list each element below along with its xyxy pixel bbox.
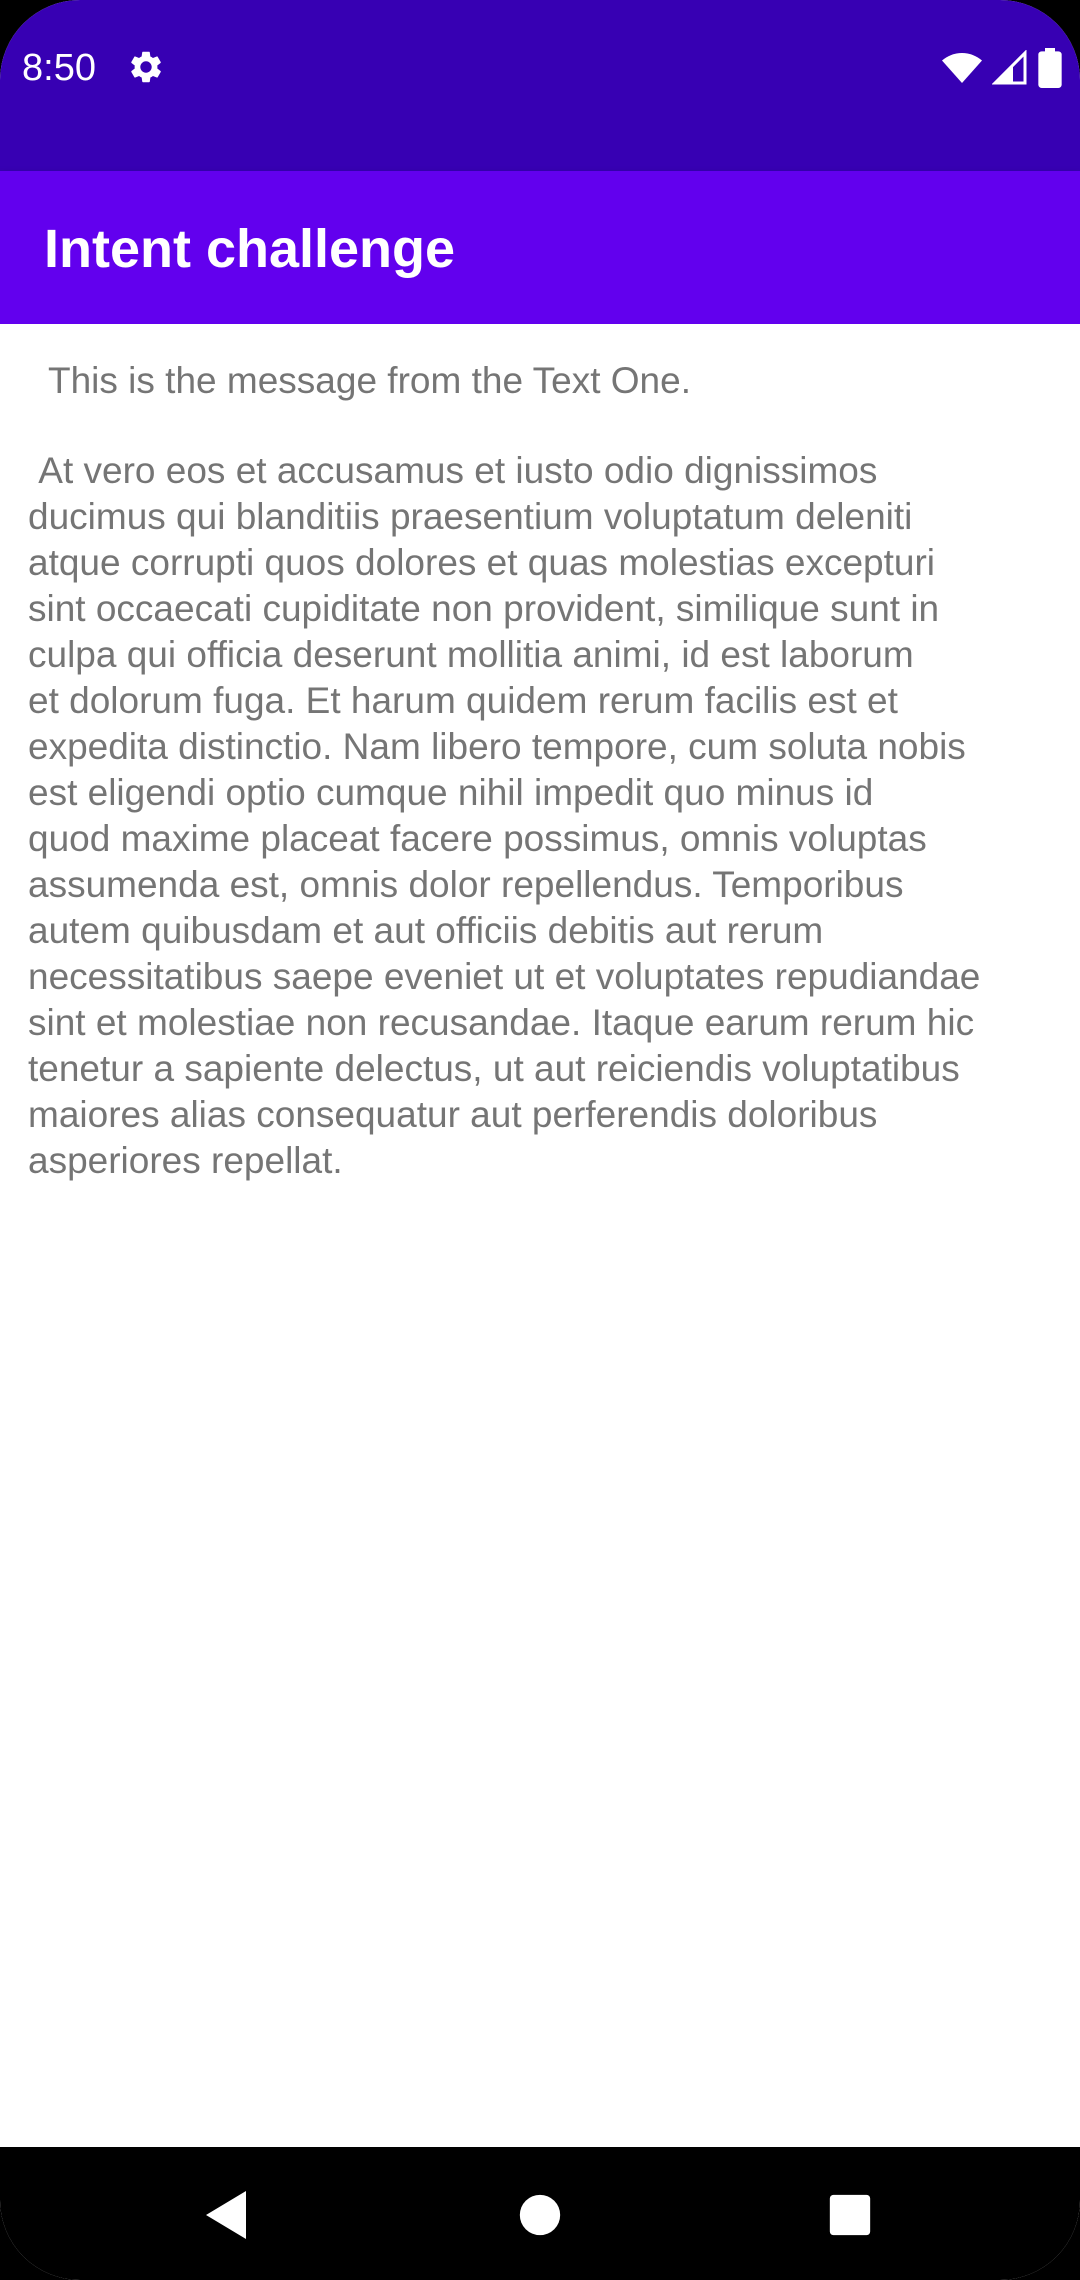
screen: 8:50 Intent challenge This is the messag… <box>0 0 1080 2280</box>
content-area: This is the message from the Text One. A… <box>0 324 1080 2147</box>
battery-icon <box>1038 48 1062 88</box>
home-icon <box>519 2194 561 2236</box>
home-button[interactable] <box>500 2175 580 2255</box>
body-text: At vero eos et accusamus et iusto odio d… <box>28 450 981 1181</box>
back-button[interactable] <box>186 2175 266 2255</box>
cell-signal-icon <box>992 50 1027 85</box>
back-icon <box>206 2191 246 2239</box>
message-one-text: This is the message from the Text One. <box>48 360 691 401</box>
gear-icon <box>131 51 161 83</box>
status-bar: 8:50 <box>0 0 1080 171</box>
status-icons <box>942 48 1062 88</box>
recents-button[interactable] <box>810 2175 890 2255</box>
status-time: 8:50 <box>22 47 96 89</box>
wifi-icon <box>942 53 982 83</box>
recents-icon <box>829 2194 871 2236</box>
app-bar: Intent challenge <box>0 171 1080 324</box>
app-title: Intent challenge <box>44 219 456 279</box>
navigation-bar <box>0 2147 1080 2280</box>
